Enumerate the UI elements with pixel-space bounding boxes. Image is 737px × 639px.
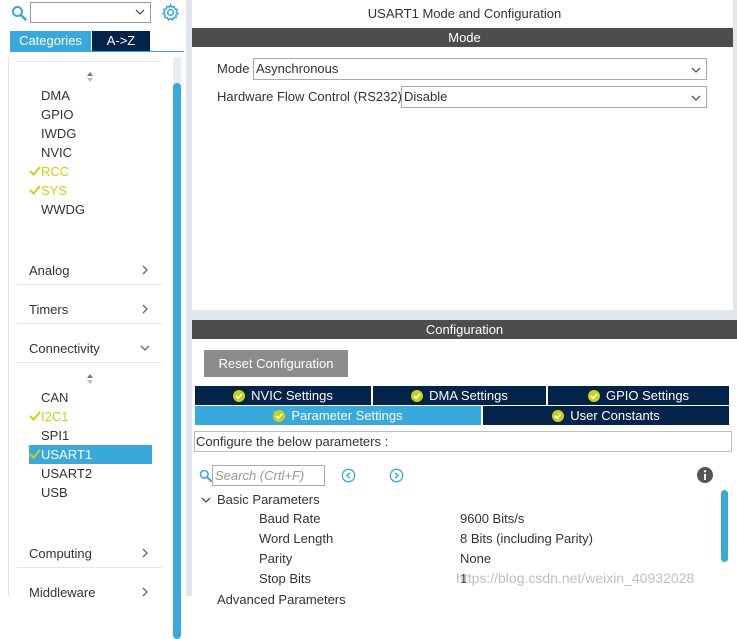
tab-dma-settings[interactable]: DMA Settings <box>373 386 546 405</box>
info-icon[interactable] <box>697 467 713 483</box>
sort-icon[interactable] <box>85 373 95 385</box>
chevron-down-icon[interactable] <box>690 92 702 104</box>
panel-edge <box>733 0 737 310</box>
panel-separator[interactable] <box>192 310 737 320</box>
list-item-i2c1[interactable]: I2C1 <box>41 407 68 426</box>
next-icon[interactable] <box>389 468 404 483</box>
tab-nvic-settings[interactable]: NVIC Settings <box>195 386 371 405</box>
group-middleware[interactable]: Middleware <box>29 583 95 603</box>
section-basic-parameters[interactable]: Basic Parameters <box>217 490 320 509</box>
divider <box>17 61 162 62</box>
list-item-usart1[interactable]: USART1 <box>41 445 92 464</box>
configure-hint: Configure the below parameters : <box>194 431 732 452</box>
left-scrollbar[interactable] <box>173 57 181 639</box>
chevron-down-icon[interactable] <box>690 64 702 76</box>
chevron-down-icon[interactable] <box>139 342 151 354</box>
section-advanced-parameters[interactable]: Advanced Parameters <box>217 590 346 609</box>
list-item-sys[interactable]: SYS <box>41 181 67 200</box>
check-icon <box>29 166 41 176</box>
param-value-parity[interactable]: None <box>460 549 491 569</box>
gear-icon[interactable] <box>161 3 180 22</box>
tab-label: NVIC Settings <box>251 388 333 403</box>
scrollbar-thumb[interactable] <box>173 83 181 639</box>
chevron-right-icon[interactable] <box>139 586 151 598</box>
configuration-header: Configuration <box>192 320 737 339</box>
tab-a-z[interactable]: A->Z <box>92 31 150 51</box>
tab-user-constants[interactable]: User Constants <box>483 406 729 425</box>
list-item-nvic[interactable]: NVIC <box>41 143 72 162</box>
chevron-right-icon[interactable] <box>139 547 151 559</box>
parameter-search-input[interactable]: Search (Crtl+F) <box>212 465 325 486</box>
check-circle-icon <box>587 390 600 402</box>
check-icon <box>29 185 41 195</box>
divider <box>17 284 162 285</box>
param-name-stop-bits: Stop Bits <box>259 571 312 586</box>
hfc-select[interactable]: Disable <box>401 86 707 108</box>
mode-select[interactable]: Asynchronous <box>253 58 707 80</box>
check-circle-icon <box>411 390 424 402</box>
chevron-right-icon[interactable] <box>139 264 151 276</box>
group-computing[interactable]: Computing <box>29 544 92 564</box>
list-item-can[interactable]: CAN <box>41 388 68 407</box>
param-value-baud-rate[interactable]: 9600 Bits/s <box>460 509 524 529</box>
search-icon[interactable] <box>199 469 212 482</box>
tab-label: DMA Settings <box>429 388 508 403</box>
divider <box>17 362 162 363</box>
list-item-usb[interactable]: USB <box>41 483 68 502</box>
parameter-scrollbar[interactable] <box>721 490 728 562</box>
group-analog[interactable]: Analog <box>29 261 69 281</box>
search-icon[interactable] <box>11 5 27 21</box>
hfc-select-value: Disable <box>404 89 448 104</box>
sort-icon[interactable] <box>85 71 95 83</box>
chevron-right-icon[interactable] <box>139 303 151 315</box>
check-icon <box>29 449 41 459</box>
category-list <box>8 57 170 596</box>
check-circle-icon <box>233 390 246 402</box>
param-name-word-length: Word Length <box>259 531 334 546</box>
list-item-spi1[interactable]: SPI1 <box>41 426 69 445</box>
chevron-down-icon[interactable] <box>134 6 146 18</box>
list-item-dma[interactable]: DMA <box>41 86 70 105</box>
watermark: https://blog.csdn.net/weixin_40932028 <box>456 570 695 586</box>
page-title: USART1 Mode and Configuration <box>367 6 562 21</box>
mode-header: Mode <box>192 28 737 47</box>
check-circle-icon <box>273 410 286 422</box>
left-panel: Categories A->Z DMA GPIO IWDG NVIC RCC S… <box>0 0 186 639</box>
reset-configuration-button[interactable]: Reset Configuration <box>204 350 348 377</box>
list-item-iwdg[interactable]: IWDG <box>41 124 76 143</box>
divider <box>17 323 162 324</box>
group-connectivity[interactable]: Connectivity <box>29 339 100 359</box>
mode-label: Mode <box>217 61 250 76</box>
mode-select-value: Asynchronous <box>256 61 339 76</box>
group-timers[interactable]: Timers <box>29 300 68 320</box>
tab-label: GPIO Settings <box>605 388 690 403</box>
list-item-gpio[interactable]: GPIO <box>41 105 74 124</box>
tab-label: User Constants <box>570 408 660 423</box>
tab-parameter-settings[interactable]: Parameter Settings <box>195 406 481 425</box>
list-item-usart2[interactable]: USART2 <box>41 464 92 483</box>
tab-gpio-settings[interactable]: GPIO Settings <box>548 386 729 405</box>
check-icon <box>29 411 41 421</box>
list-item-wwdg[interactable]: WWDG <box>41 200 85 219</box>
list-item-rcc[interactable]: RCC <box>41 162 69 181</box>
chevron-down-icon[interactable] <box>200 494 212 506</box>
tab-categories[interactable]: Categories <box>10 31 91 51</box>
hfc-label: Hardware Flow Control (RS232) <box>217 89 402 104</box>
previous-icon[interactable] <box>341 468 356 483</box>
splitter[interactable] <box>186 0 192 596</box>
param-value-word-length[interactable]: 8 Bits (including Parity) <box>460 529 593 549</box>
tab-underline <box>10 51 184 52</box>
divider <box>17 567 162 568</box>
check-circle-icon <box>552 410 565 422</box>
param-name-parity: Parity <box>259 551 293 566</box>
param-name-baud-rate: Baud Rate <box>259 511 321 526</box>
search-input[interactable] <box>30 2 151 23</box>
tab-label: Parameter Settings <box>291 408 403 423</box>
